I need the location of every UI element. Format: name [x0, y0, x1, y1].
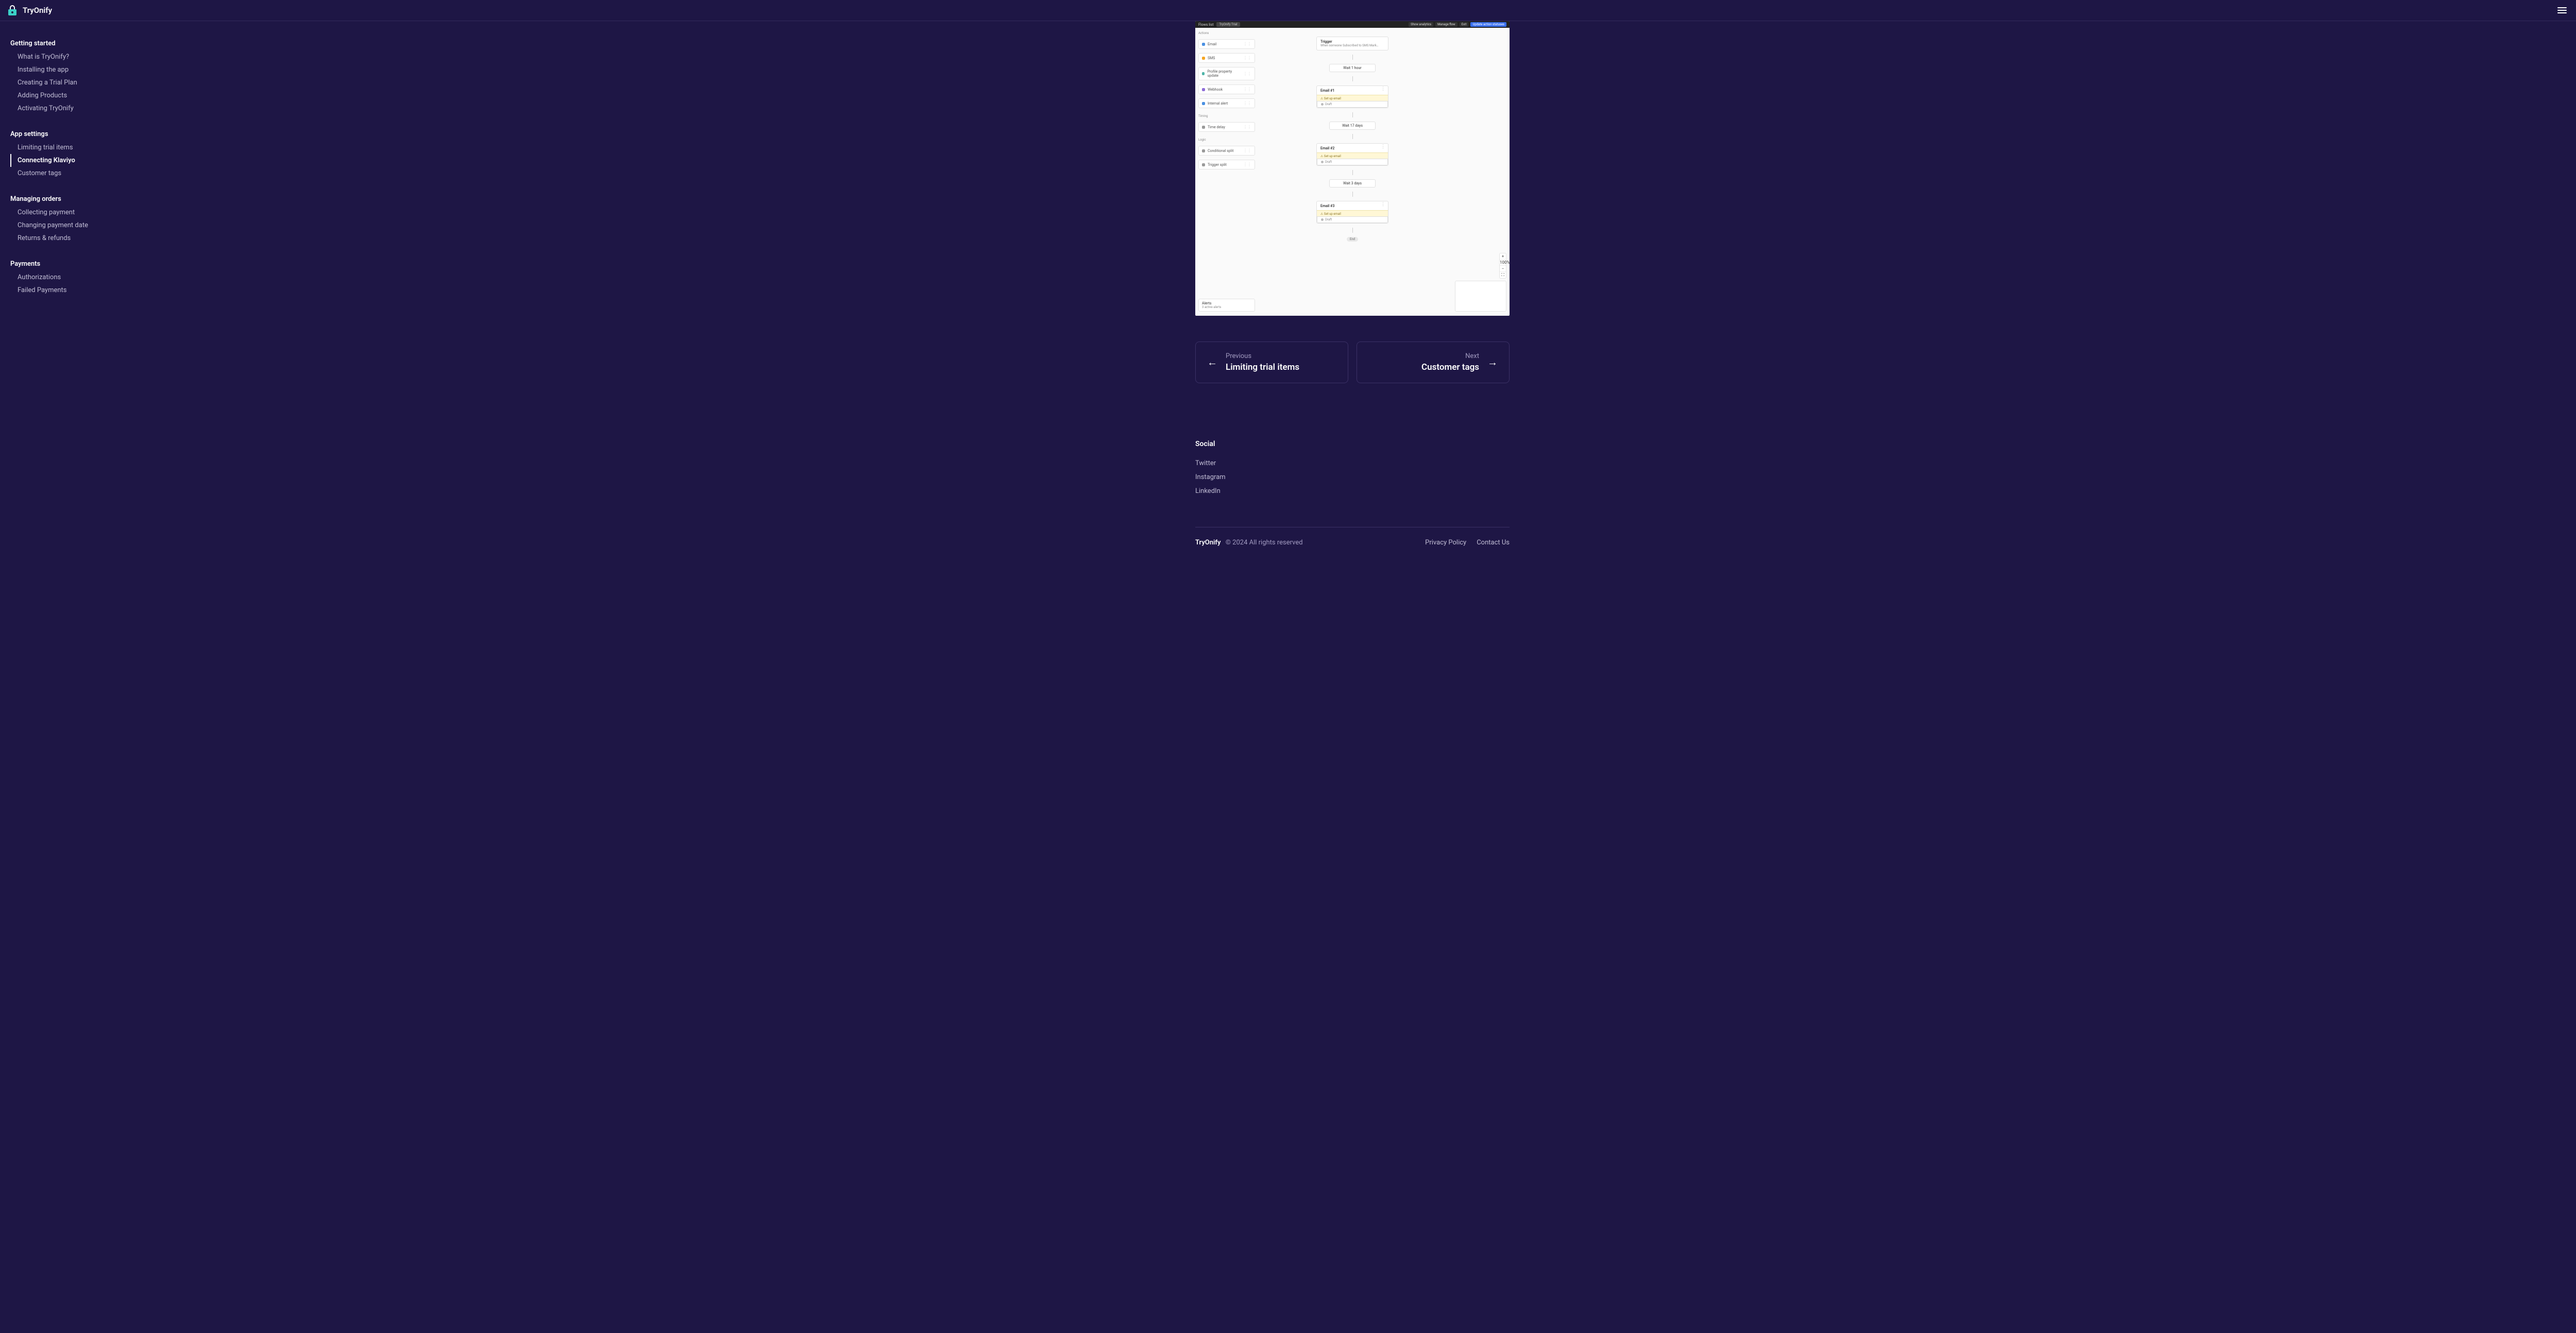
page-footer: Social Twitter Instagram LinkedIn TryOni…	[1195, 440, 1510, 546]
zoom-fit-icon: ⛶	[1500, 272, 1506, 278]
app-header: TryOnify	[0, 0, 2576, 21]
brand-name: TryOnify	[23, 6, 52, 15]
footer-social-heading: Social	[1195, 440, 1510, 448]
flow-minimap	[1455, 281, 1506, 312]
nav-item-customer-tags[interactable]: Customer tags	[10, 167, 129, 180]
flow-alerts-panel: Alerts 3 active alerts	[1198, 299, 1255, 312]
nav-item-what-is[interactable]: What is TryOnify?	[10, 50, 129, 63]
flow-timing-delay: Time delay⋮⋮	[1198, 122, 1255, 132]
nav-heading-app-settings: App settings	[10, 127, 129, 141]
nav-item-collecting-payment[interactable]: Collecting payment	[10, 206, 129, 219]
nav-heading-getting-started: Getting started	[10, 37, 129, 50]
flow-side-panel: Actions Email⋮⋮ SMS⋮⋮ Profile property u…	[1198, 29, 1255, 169]
menu-button[interactable]	[2554, 4, 2570, 16]
nav-item-returns-refunds[interactable]: Returns & refunds	[10, 232, 129, 245]
sidebar-nav: Getting started What is TryOnify? Instal…	[0, 21, 129, 577]
zoom-level: 100%	[1500, 260, 1506, 266]
flow-node-email1: ⋮ Email #1 ⚠ Set up email Draft	[1316, 86, 1388, 108]
nav-heading-managing-orders: Managing orders	[10, 192, 129, 206]
nav-item-installing[interactable]: Installing the app	[10, 63, 129, 76]
flow-logic-trigger-split: Trigger split⋮⋮	[1198, 160, 1255, 169]
nav-heading-payments: Payments	[10, 257, 129, 271]
flow-topbar: Flows list TryOnify Trial Show analytics…	[1195, 21, 1510, 28]
flow-node-wait3: Wait 3 days	[1329, 179, 1376, 187]
pager-next-title: Customer tags	[1421, 362, 1479, 372]
footer-copyright: © 2024 All rights reserved	[1226, 539, 1303, 546]
nav-item-adding-products[interactable]: Adding Products	[10, 89, 129, 102]
flow-graph: Trigger When someone Subscribed to SMS M…	[1316, 37, 1388, 242]
flow-panel-timing-title: Timing	[1198, 114, 1255, 118]
flow-btn-update: Update action statuses	[1470, 22, 1506, 27]
footer-link-linkedin[interactable]: LinkedIn	[1195, 484, 1510, 498]
flow-node-end: End	[1347, 237, 1358, 242]
flow-action-alert: Internal alert⋮⋮	[1198, 98, 1255, 108]
flow-zoom-controls: + 100% − ⛶	[1499, 253, 1506, 279]
flow-action-email: Email⋮⋮	[1198, 39, 1255, 49]
flow-btn-manage: Manage flow	[1435, 22, 1457, 27]
nav-item-authorizations[interactable]: Authorizations	[10, 271, 129, 284]
lock-icon	[6, 4, 19, 16]
flow-btn-analytics: Show analytics	[1409, 22, 1433, 27]
footer-link-contact[interactable]: Contact Us	[1477, 539, 1510, 546]
pager-next-label: Next	[1465, 352, 1479, 360]
footer-brand: TryOnify	[1195, 539, 1221, 546]
nav-item-creating-plan[interactable]: Creating a Trial Plan	[10, 76, 129, 89]
pager-prev-title: Limiting trial items	[1226, 362, 1299, 372]
nav-item-changing-date[interactable]: Changing payment date	[10, 219, 129, 232]
flow-panel-logic-title: Logic	[1198, 138, 1255, 142]
pager-prev[interactable]: ← Previous Limiting trial items	[1195, 341, 1348, 383]
arrow-right-icon: →	[1487, 356, 1498, 369]
flow-action-profile: Profile property update⋮⋮	[1198, 67, 1255, 80]
arrow-left-icon: ←	[1207, 356, 1217, 369]
nav-item-connecting-klaviyo[interactable]: Connecting Klaviyo	[10, 154, 129, 167]
flow-node-trigger: Trigger When someone Subscribed to SMS M…	[1316, 37, 1388, 50]
nav-item-limiting-trial[interactable]: Limiting trial items	[10, 141, 129, 154]
pager-next[interactable]: Next Customer tags →	[1357, 341, 1510, 383]
footer-link-twitter[interactable]: Twitter	[1195, 456, 1510, 470]
flow-logic-conditional: Conditional split⋮⋮	[1198, 146, 1255, 156]
flow-btn-exit: Exit	[1460, 22, 1469, 27]
flow-back-link: Flows list	[1198, 23, 1213, 27]
pagination: ← Previous Limiting trial items Next Cus…	[1195, 341, 1510, 383]
flow-action-sms: SMS⋮⋮	[1198, 53, 1255, 63]
flow-action-webhook: Webhook⋮⋮	[1198, 84, 1255, 94]
flow-node-email2: ⋮ Email #2 ⚠ Set up email Draft	[1316, 143, 1388, 166]
pager-prev-label: Previous	[1226, 352, 1299, 360]
flow-node-email3: ⋮ Email #3 ⚠ Set up email Draft	[1316, 201, 1388, 224]
flow-node-wait1: Wait 1 hour	[1329, 64, 1376, 72]
flow-node-wait2: Wait 17 days	[1329, 122, 1376, 130]
footer-link-privacy[interactable]: Privacy Policy	[1425, 539, 1466, 546]
zoom-out-icon: −	[1500, 266, 1506, 272]
flow-name-badge: TryOnify Trial	[1216, 22, 1240, 27]
klaviyo-flow-screenshot: Flows list TryOnify Trial Show analytics…	[1195, 21, 1510, 316]
nav-item-failed-payments[interactable]: Failed Payments	[10, 284, 129, 297]
main-content: Flows list TryOnify Trial Show analytics…	[129, 21, 2576, 577]
footer-link-instagram[interactable]: Instagram	[1195, 470, 1510, 484]
nav-item-activating[interactable]: Activating TryOnify	[10, 102, 129, 115]
brand-logo[interactable]: TryOnify	[6, 4, 52, 16]
flow-panel-actions-title: Actions	[1198, 31, 1255, 35]
zoom-in-icon: +	[1500, 253, 1506, 260]
